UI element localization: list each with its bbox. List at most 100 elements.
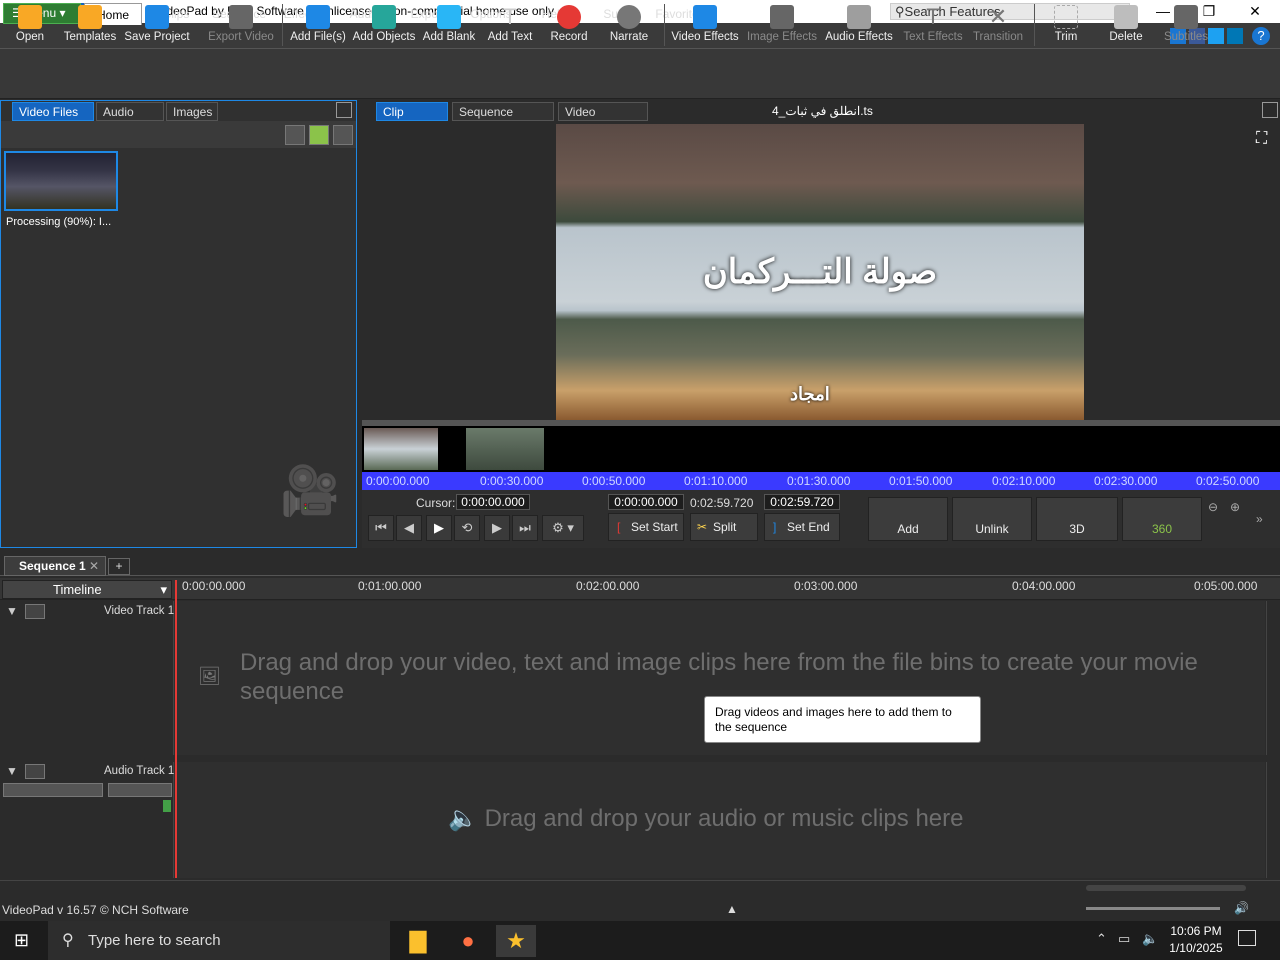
close-icon[interactable]: ✕ [86,559,99,573]
360-label: 360 [1151,522,1173,536]
set-end-button[interactable]: ] Set End [764,513,840,541]
zoom-out-icon[interactable]: ⊖ [1208,500,1226,518]
audio-track-scrollbar[interactable] [1266,762,1280,878]
undock-icon[interactable] [336,102,352,118]
end-time[interactable]: 0:02:59.720 [764,494,840,510]
audio-effects-label: Audio Effects [825,31,893,43]
step-back-icon[interactable]: ◀ [396,515,422,541]
add-objects-button[interactable]: Add Objects [352,2,416,48]
zoom-in-icon[interactable]: ⊕ [1230,500,1248,518]
add-objects-label: Add Objects [352,31,416,43]
taskbar-search[interactable]: Type here to search [48,921,390,960]
templates-button[interactable]: Templates [60,2,120,48]
open-button[interactable]: Open [8,2,52,48]
add-files-button[interactable]: Add File(s) [288,2,348,48]
clock-time[interactable]: 10:06 PM [1170,924,1222,938]
timeline-time: 0:04:00.000 [1012,579,1076,593]
twitter-icon[interactable] [1208,28,1224,44]
video-effects-button[interactable]: Video Effects [670,2,740,48]
linkedin-icon[interactable] [1227,28,1243,44]
videopad-taskbar-icon[interactable]: ★ [496,925,536,957]
tab-sequence-preview[interactable]: Sequence Preview [452,102,554,137]
file-explorer-icon[interactable]: ▇ [398,925,438,957]
collapse-icon[interactable]: ▼ [6,604,18,618]
narrate-label: Narrate [609,31,649,43]
start-time[interactable]: 0:00:00.000 [608,494,684,510]
eye-icon[interactable] [25,604,45,619]
add-button[interactable]: Add [868,497,948,541]
volume-slider[interactable] [3,783,103,797]
video-clip-thumbnail[interactable] [4,151,118,211]
record-button[interactable]: Record [546,2,592,48]
clock-date[interactable]: 1/10/2025 [1168,941,1224,955]
templates-icon [78,5,102,29]
delete-button[interactable]: Delete [1104,2,1148,48]
timeline-playhead[interactable] [175,580,177,878]
play-icon[interactable]: ▶ [426,515,452,541]
split-button[interactable]: ✂ Split [690,513,758,541]
loop-icon[interactable]: ⟲ [454,515,480,541]
expand-icon[interactable]: ▲ [726,902,738,916]
trim-button[interactable]: Trim [1044,2,1088,48]
transition-button[interactable]: ✕ Transition [970,2,1026,48]
volume-icon[interactable]: 🔈 [1142,931,1158,947]
tab-video-files[interactable]: Video Files [12,102,94,121]
unlink-button[interactable]: Unlink [952,497,1032,541]
network-icon[interactable]: ▭ [1118,931,1130,947]
save-project-button[interactable]: Save Project [122,2,192,48]
taskbar-search-placeholder: Type here to search [88,932,221,949]
more-icon[interactable]: » [1256,512,1274,530]
timeline-mode-select[interactable]: Timeline ▾ [2,580,172,599]
undock-icon[interactable] [1262,102,1278,118]
audio-drop-hint: 🔈 Drag and drop your audio or music clip… [448,804,1048,833]
add-sequence-button[interactable]: + [108,558,130,575]
help-icon[interactable]: ? [1252,27,1270,45]
speaker-icon[interactable] [25,764,45,779]
record-icon [557,5,581,29]
close-button[interactable]: ✕ [1232,0,1278,23]
new-folder-icon[interactable] [309,125,329,145]
windows-start-icon[interactable]: ⊞ [14,930,34,950]
tab-images[interactable]: Images [166,102,218,121]
go-to-start-icon[interactable]: ⏮ [368,515,394,541]
video-track-scrollbar[interactable] [1266,601,1280,755]
tab-video-tutorials[interactable]: Video Tutorials ✕ [558,102,648,137]
audio-effects-button[interactable]: Audio Effects [824,2,894,48]
split-label: Split [713,520,737,534]
tab-clip-preview[interactable]: Clip Preview [376,102,448,137]
text-effects-button[interactable]: T Text Effects [900,2,966,48]
tray-chevron-icon[interactable]: ⌃ [1096,931,1107,947]
playback-speed-icon[interactable]: ⚙ ▾ [542,515,584,541]
list-view-icon[interactable] [333,125,353,145]
image-effects-icon [770,5,794,29]
trim-icon [1054,5,1078,29]
text-effects-icon: T [926,4,940,29]
subtitles-button[interactable]: Subtitles [1162,2,1210,48]
trash-icon[interactable] [285,125,305,145]
speaker-icon[interactable]: 🔊 [1234,901,1249,915]
video-overlay-title: صولة التـــركمان [702,253,938,291]
3d-label: 3D [1069,522,1085,536]
go-to-end-icon[interactable]: ⏭ [512,515,538,541]
ruler-time: 0:01:50.000 [889,474,953,488]
timeline-zoom-slider[interactable] [1086,885,1246,891]
add-text-button[interactable]: T Add Text [484,2,536,48]
tab-audio-files[interactable]: Audio Files [96,102,164,137]
transition-label: Transition [972,31,1024,43]
step-forward-icon[interactable]: ▶ [484,515,510,541]
tab-sequence-1[interactable]: Sequence 1 ✕ [4,556,106,576]
pan-slider[interactable] [108,783,172,797]
narrate-button[interactable]: Narrate [604,2,654,48]
firefox-icon[interactable]: ● [448,925,488,957]
collapse-icon[interactable]: ▼ [6,764,18,778]
3d-button[interactable]: 3D [1036,497,1118,541]
ruler-time: 0:00:30.000 [480,474,544,488]
fullscreen-icon[interactable]: ⛶ [1256,130,1274,148]
notifications-icon[interactable] [1238,930,1256,946]
add-blank-button[interactable]: Add Blank [422,2,476,48]
image-effects-button[interactable]: Image Effects [746,2,818,48]
set-start-button[interactable]: [Set Start [608,513,684,541]
360-button[interactable]: 360 [1122,497,1202,541]
master-volume-slider[interactable] [1086,907,1220,910]
export-video-button[interactable]: Export Video [206,2,276,48]
